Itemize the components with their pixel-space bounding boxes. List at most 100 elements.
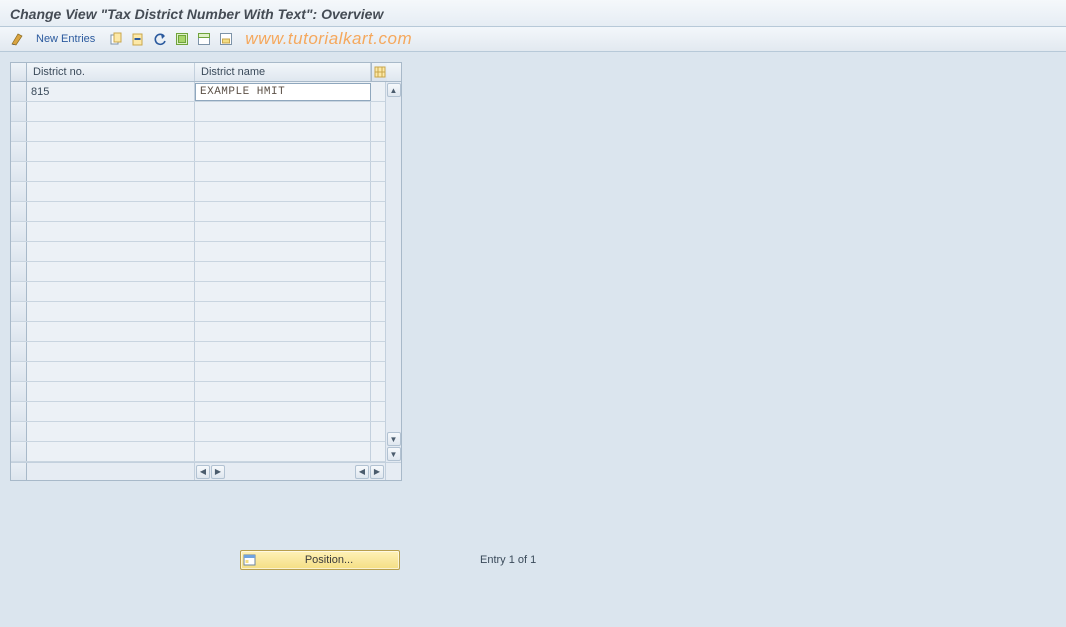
watermark-text: www.tutorialkart.com	[245, 29, 412, 49]
cell-district-no	[27, 422, 195, 441]
table-row	[11, 342, 385, 362]
cell-district-name	[195, 402, 371, 421]
row-selector[interactable]	[11, 82, 27, 101]
cell-district-name	[195, 362, 371, 381]
table-row	[11, 382, 385, 402]
scroll-left-end-icon[interactable]: ◀	[355, 465, 369, 479]
row-selector[interactable]	[11, 362, 27, 381]
copy-as-icon[interactable]	[107, 30, 125, 48]
cell-district-name	[195, 102, 371, 121]
cell-district-no	[27, 382, 195, 401]
table-settings-icon[interactable]	[371, 63, 387, 81]
table-row	[11, 122, 385, 142]
cell-district-name	[195, 322, 371, 341]
delete-icon[interactable]	[129, 30, 147, 48]
vertical-scrollbar[interactable]: ▲ ▼ ▼	[385, 82, 401, 462]
table-row	[11, 262, 385, 282]
row-selector[interactable]	[11, 242, 27, 261]
row-selector[interactable]	[11, 342, 27, 361]
table-row	[11, 402, 385, 422]
cell-district-name	[195, 342, 371, 361]
table-row	[11, 142, 385, 162]
cell-district-name	[195, 422, 371, 441]
cell-district-no	[27, 342, 195, 361]
cell-district-name	[195, 222, 371, 241]
cell-district-no	[27, 242, 195, 261]
cell-district-no	[27, 202, 195, 221]
scroll-down-icon[interactable]: ▼	[387, 447, 401, 461]
table-row	[11, 362, 385, 382]
cell-district-no	[27, 142, 195, 161]
row-selector[interactable]	[11, 182, 27, 201]
row-selector[interactable]	[11, 102, 27, 121]
cell-district-name	[195, 142, 371, 161]
cell-district-name	[195, 442, 371, 461]
row-selector[interactable]	[11, 162, 27, 181]
cell-district-no	[27, 402, 195, 421]
cell-district-name	[195, 182, 371, 201]
select-block-icon[interactable]	[195, 30, 213, 48]
data-grid: District no. District name 815EXAMPLE HM…	[10, 62, 402, 481]
cell-district-name	[195, 122, 371, 141]
horizontal-scrollbar[interactable]: ◀ ▶ ◀ ▶	[11, 462, 401, 480]
cell-district-no	[27, 302, 195, 321]
row-selector[interactable]	[11, 382, 27, 401]
table-row: 815EXAMPLE HMIT	[11, 82, 385, 102]
row-selector[interactable]	[11, 402, 27, 421]
cell-district-name[interactable]: EXAMPLE HMIT	[195, 83, 371, 101]
page-title: Change View "Tax District Number With Te…	[0, 0, 1066, 27]
row-selector[interactable]	[11, 422, 27, 441]
table-row	[11, 302, 385, 322]
deselect-all-icon[interactable]	[217, 30, 235, 48]
cell-district-no[interactable]: 815	[27, 82, 195, 101]
column-header-district-name[interactable]: District name	[195, 63, 371, 81]
cell-district-no	[27, 182, 195, 201]
cell-district-name	[195, 242, 371, 261]
app-toolbar: New Entries www.tutorialkart.com	[0, 27, 1066, 52]
column-header-district-no[interactable]: District no.	[27, 63, 195, 81]
table-row	[11, 442, 385, 462]
row-selector[interactable]	[11, 282, 27, 301]
row-selector[interactable]	[11, 122, 27, 141]
row-selector[interactable]	[11, 302, 27, 321]
cell-district-no	[27, 102, 195, 121]
table-row	[11, 102, 385, 122]
table-row	[11, 162, 385, 182]
row-selector[interactable]	[11, 202, 27, 221]
table-row	[11, 202, 385, 222]
cell-district-name	[195, 382, 371, 401]
undo-change-icon[interactable]	[151, 30, 169, 48]
row-selector[interactable]	[11, 262, 27, 281]
cell-district-no	[27, 362, 195, 381]
row-selector[interactable]	[11, 322, 27, 341]
scroll-down-icon[interactable]: ▼	[387, 432, 401, 446]
scroll-right-icon[interactable]: ▶	[211, 465, 225, 479]
table-row	[11, 422, 385, 442]
change-mode-icon[interactable]	[8, 30, 26, 48]
cell-district-name	[195, 282, 371, 301]
row-selector-header[interactable]	[11, 63, 27, 81]
select-all-icon[interactable]	[173, 30, 191, 48]
cell-district-name	[195, 302, 371, 321]
table-row	[11, 222, 385, 242]
row-selector[interactable]	[11, 142, 27, 161]
scroll-right-end-icon[interactable]: ▶	[370, 465, 384, 479]
cell-district-name	[195, 262, 371, 281]
scroll-left-icon[interactable]: ◀	[196, 465, 210, 479]
cell-district-no	[27, 162, 195, 181]
cell-district-no	[27, 122, 195, 141]
row-selector[interactable]	[11, 442, 27, 461]
cell-district-no	[27, 262, 195, 281]
position-button[interactable]: Position...	[240, 550, 400, 570]
grid-header: District no. District name	[11, 63, 401, 82]
cell-district-name	[195, 202, 371, 221]
content-area: District no. District name 815EXAMPLE HM…	[0, 52, 1066, 491]
cell-district-no	[27, 442, 195, 461]
new-entries-button[interactable]: New Entries	[32, 31, 99, 47]
table-row	[11, 282, 385, 302]
scroll-up-icon[interactable]: ▲	[387, 83, 401, 97]
table-row	[11, 182, 385, 202]
position-icon	[241, 554, 259, 566]
row-selector[interactable]	[11, 222, 27, 241]
footer-bar: Position... Entry 1 of 1	[0, 550, 1066, 570]
